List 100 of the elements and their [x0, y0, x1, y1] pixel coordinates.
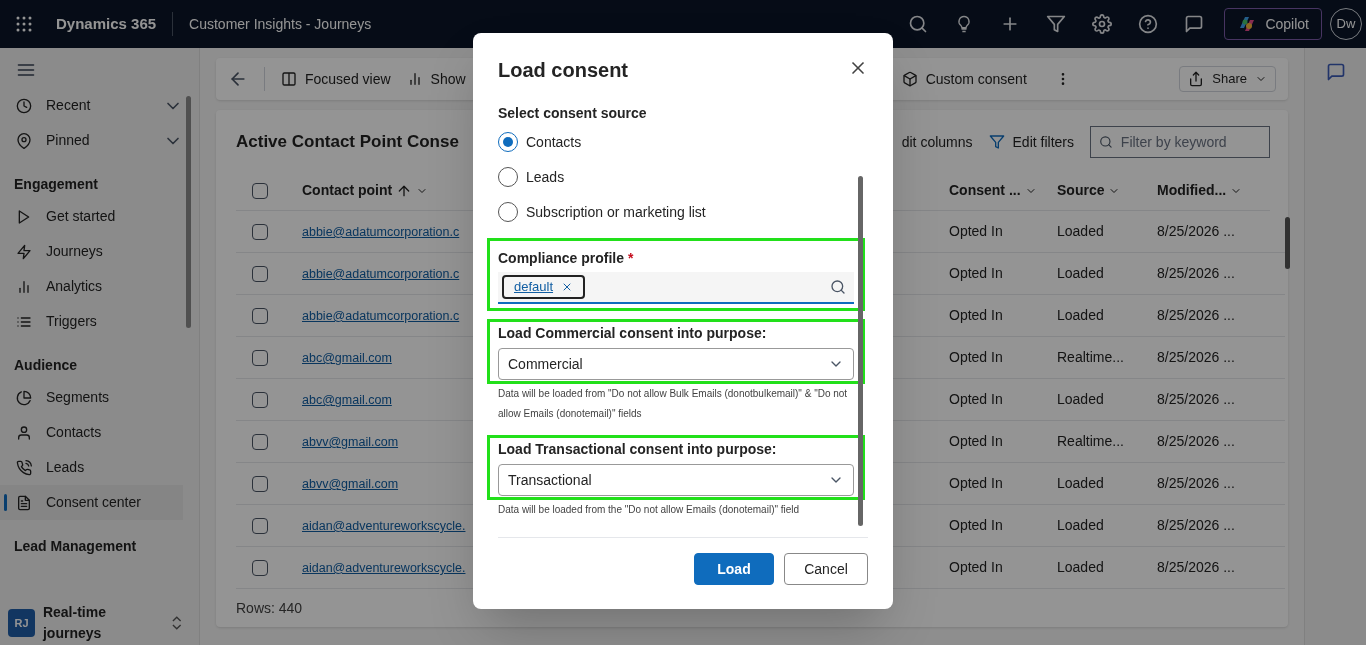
filter-input[interactable]: Filter by keyword [1120, 131, 1261, 153]
table-cell-text: Opted In [949, 432, 1004, 451]
table-cell-text: Opted In [949, 306, 1004, 325]
row-checkbox[interactable] [252, 265, 268, 282]
person-icon [16, 424, 32, 441]
help-icon[interactable] [1138, 14, 1159, 34]
table-cell-text: 8/25/2026 ... [1157, 390, 1236, 409]
search-icon [1099, 134, 1113, 150]
contact-point-link[interactable]: abvv@gmail.com [302, 477, 399, 491]
play-icon [16, 208, 32, 225]
row-checkbox[interactable] [252, 517, 268, 534]
table-cell-text: 8/25/2026 ... [1157, 306, 1236, 325]
field-label: Compliance profile * [498, 249, 635, 268]
nav-item[interactable]: Triggers [0, 304, 183, 339]
row-checkbox[interactable] [252, 475, 268, 492]
table-cell-text: Opted In [949, 516, 1004, 535]
contact-point-link[interactable]: abvv@gmail.com [302, 435, 399, 449]
row-checkbox[interactable] [252, 391, 268, 408]
radio-option[interactable]: Contacts [498, 125, 854, 159]
table-cell-text: Opted In [949, 264, 1004, 283]
chat-icon[interactable] [1184, 14, 1205, 34]
contact-point-link[interactable]: aidan@adventureworkscycle. [302, 519, 466, 533]
compliance-profile-field[interactable]: default [498, 272, 854, 304]
command-button[interactable]: Custom consent [901, 68, 1027, 90]
contact-point-link[interactable]: abc@gmail.com [302, 393, 392, 407]
nav-item[interactable]: Contacts [0, 415, 183, 450]
map-pin-icon [16, 132, 32, 149]
row-checkbox[interactable] [252, 433, 268, 450]
table-cell-text: Opted In [949, 222, 1004, 241]
table-cell-text: Loaded [1057, 558, 1105, 577]
help-text: Data will be loaded from "Do not allow Bulk Emails (donotbulkemail)" & "Do not allow Emails (donotemail)" fields [498, 387, 849, 421]
table-cell-text: Loaded [1057, 474, 1105, 493]
chat-icon[interactable] [1325, 62, 1346, 82]
table-cell-text: 8/25/2026 ... [1157, 222, 1236, 241]
contact-point-link[interactable]: aidan@adventureworkscycle. [302, 561, 466, 575]
column-header[interactable]: Modified... [1157, 180, 1257, 201]
table-cell-text: 8/25/2026 ... [1157, 432, 1236, 451]
table-cell-text: Loaded [1057, 306, 1105, 325]
command-button[interactable]: Show [406, 68, 466, 90]
purpose-dropdown[interactable]: Commercial [498, 348, 854, 380]
profile-tag[interactable]: default [502, 275, 586, 299]
dialog-title: Load consent [498, 58, 628, 83]
row-checkbox[interactable] [252, 559, 268, 576]
table-cell-text: Realtime... [1057, 348, 1125, 367]
contact-point-link[interactable]: abbie@adatumcorporation.c [302, 309, 460, 323]
document-icon [16, 494, 32, 511]
row-checkbox[interactable] [252, 307, 268, 324]
section-heading: Lead Management [13, 537, 138, 556]
field-label: Load Commercial consent into purpose: [498, 324, 768, 343]
copilot-button[interactable]: Copilot [1224, 8, 1322, 40]
app-launcher-icon[interactable] [16, 16, 32, 32]
nav-item[interactable]: Segments [0, 380, 183, 415]
table-cell-text: 8/25/2026 ... [1157, 348, 1236, 367]
radio-option[interactable]: Leads [498, 160, 854, 194]
filter-icon [988, 134, 1005, 150]
app-name[interactable]: Dynamics 365 [56, 12, 157, 36]
search-icon[interactable] [830, 279, 846, 295]
dialog-button[interactable]: Cancel [784, 553, 868, 585]
field-label: Load Transactional consent into purpose: [498, 440, 778, 459]
table-cell-text: Opted In [949, 348, 1004, 367]
edit-columns-button[interactable]: dit columns [901, 131, 973, 153]
section-heading: Engagement [13, 175, 99, 194]
area-switcher[interactable]: RJ Real-time journeys [0, 604, 199, 642]
share-button[interactable]: Share [1179, 66, 1276, 92]
filter-field[interactable]: Filter by keyword [1090, 126, 1270, 158]
contact-point-link[interactable]: abbie@adatumcorporation.c [302, 267, 460, 281]
radio-option[interactable]: Subscription or marketing list [498, 195, 854, 229]
nav-item[interactable]: Get started [0, 199, 183, 234]
search-icon[interactable] [908, 14, 929, 34]
table-cell-text: Opted In [949, 390, 1004, 409]
contact-point-link[interactable]: abbie@adatumcorporation.c [302, 225, 460, 239]
row-checkbox[interactable] [252, 349, 268, 366]
nav-item[interactable]: Leads [0, 450, 183, 485]
settings-icon[interactable] [1092, 14, 1113, 34]
section-heading: Audience [13, 356, 78, 375]
phone-icon [16, 459, 32, 476]
table-cell-text: Opted In [949, 474, 1004, 493]
nav-item[interactable]: Pinned [0, 123, 183, 158]
contact-point-link[interactable]: abc@gmail.com [302, 351, 392, 365]
filter-icon[interactable] [1046, 14, 1067, 34]
select-all-checkbox[interactable] [252, 182, 268, 199]
area-badge: RJ [8, 609, 35, 637]
bar-chart-icon [16, 278, 32, 295]
table-cell-text: Loaded [1057, 516, 1105, 535]
nav-item[interactable]: Analytics [0, 269, 183, 304]
column-header[interactable]: Consent ... [949, 180, 1057, 201]
app-title: Customer Insights - Journeys [189, 14, 372, 34]
pie-chart-icon [16, 389, 32, 406]
row-checkbox[interactable] [252, 223, 268, 240]
field-label: Select consent source [498, 104, 648, 123]
nav-item[interactable]: Journeys [0, 234, 183, 269]
edit-filters-button[interactable]: Edit filters [988, 131, 1074, 153]
nav-item[interactable]: Consent center [0, 485, 183, 520]
share-icon [1188, 71, 1205, 87]
dialog-button[interactable]: Load [694, 553, 774, 585]
purpose-dropdown[interactable]: Transactional [498, 464, 854, 496]
column-header[interactable]: Source [1057, 180, 1157, 201]
nav-item[interactable]: Recent [0, 88, 183, 123]
command-button[interactable]: Focused view [281, 68, 391, 90]
up-down-chevron-icon [171, 615, 183, 631]
